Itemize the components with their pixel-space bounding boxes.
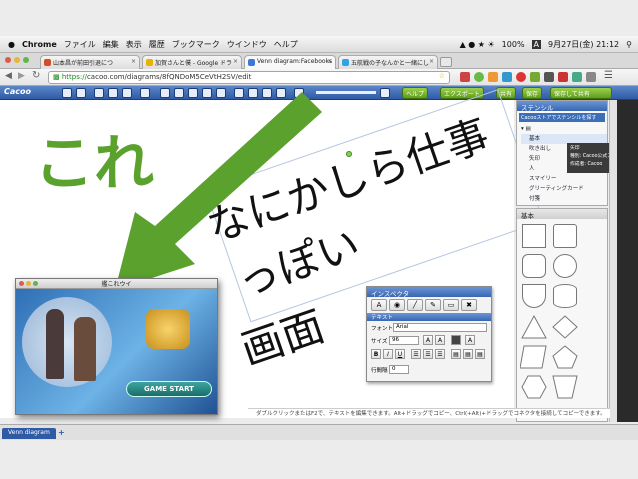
game-window[interactable]: 艦これウイ GAME START [15, 278, 218, 415]
overlay-label: これ [34, 129, 154, 199]
minimize-window-icon[interactable] [26, 281, 31, 286]
add-sheet-button[interactable]: + [58, 428, 65, 437]
sheet-tab[interactable]: Venn diagram [2, 428, 56, 439]
sheet-tabbar: Venn diagram + [0, 424, 638, 440]
game-logo [146, 309, 190, 349]
character-figure [46, 309, 64, 379]
screen: ● Chrome ファイル 編集 表示 履歴 ブックマーク ウインドウ ヘルプ … [0, 0, 638, 479]
game-titlebar: 艦これウイ [16, 279, 217, 289]
character-figure [74, 317, 96, 381]
character-art [22, 297, 112, 387]
game-splash-image: GAME START [16, 289, 217, 414]
hint-bar: ダブルクリックまたはF2で、テキストを編集できます。Alt+ドラッグでコピー、C… [248, 408, 610, 418]
game-window-title: 艦これウイ [101, 281, 132, 288]
close-window-icon[interactable] [19, 281, 24, 286]
maximize-window-icon[interactable] [33, 281, 38, 286]
game-start-button[interactable]: GAME START [126, 381, 212, 397]
